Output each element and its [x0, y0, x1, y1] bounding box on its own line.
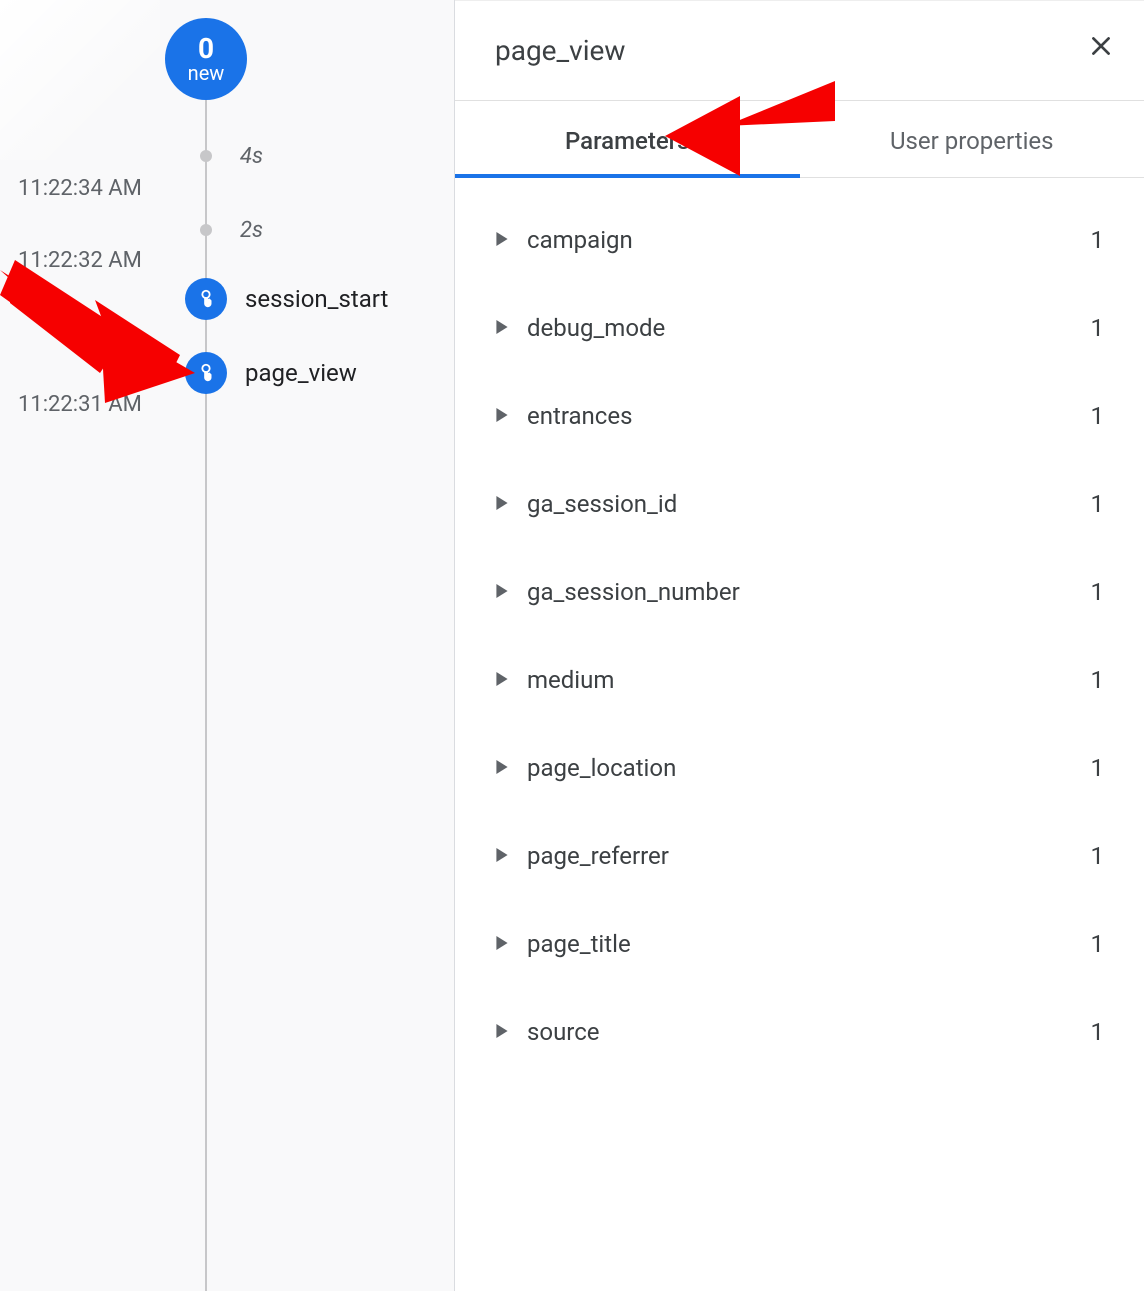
event-name-label: session_start — [245, 285, 388, 313]
parameter-name: medium — [527, 666, 1091, 694]
tab-user-properties[interactable]: User properties — [800, 101, 1144, 177]
tick-label: 4s — [240, 144, 263, 169]
event-detail-pane: page_view Parameters User properties — [455, 0, 1144, 1291]
parameters-list: campaign 1 debug_mode 1 entrances 1 ga_s… — [455, 178, 1144, 1076]
timeline-event-page-view[interactable]: page_view — [185, 352, 357, 394]
parameter-name: page_referrer — [527, 842, 1091, 870]
parameter-row[interactable]: page_location 1 — [485, 724, 1114, 812]
close-button[interactable] — [1088, 33, 1114, 63]
close-icon — [1088, 33, 1114, 59]
parameter-row[interactable]: entrances 1 — [485, 372, 1114, 460]
parameter-count: 1 — [1091, 1018, 1105, 1046]
chevron-right-icon — [495, 1023, 509, 1042]
chevron-right-icon — [495, 583, 509, 602]
touch-icon — [185, 352, 227, 394]
badge-count: 0 — [198, 34, 214, 63]
new-events-badge[interactable]: 0 new — [165, 18, 247, 100]
parameter-name: campaign — [527, 226, 1091, 254]
parameter-name: entrances — [527, 402, 1091, 430]
parameter-row[interactable]: source 1 — [485, 988, 1114, 1076]
parameter-name: ga_session_id — [527, 490, 1091, 518]
parameter-name: ga_session_number — [527, 578, 1091, 606]
parameter-row[interactable]: ga_session_id 1 — [485, 460, 1114, 548]
parameter-count: 1 — [1091, 402, 1105, 430]
tick-dot-icon — [200, 224, 212, 236]
parameter-count: 1 — [1091, 842, 1105, 870]
chevron-right-icon — [495, 671, 509, 690]
parameter-name: debug_mode — [527, 314, 1091, 342]
parameter-count: 1 — [1091, 314, 1105, 342]
detail-header: page_view — [455, 1, 1144, 101]
touch-icon — [185, 278, 227, 320]
parameter-row[interactable]: campaign 1 — [485, 196, 1114, 284]
chevron-right-icon — [495, 319, 509, 338]
timeline-vertical-line — [205, 70, 207, 1291]
event-name-label: page_view — [245, 359, 357, 387]
parameter-count: 1 — [1091, 930, 1105, 958]
app-root: 0 new 4s 2s 11:22:34 AM 11:22:32 AM 11:2… — [0, 0, 1144, 1291]
detail-tabs: Parameters User properties — [455, 101, 1144, 178]
detail-title: page_view — [495, 34, 625, 67]
parameter-row[interactable]: ga_session_number 1 — [485, 548, 1114, 636]
timeline-tick: 2s — [200, 224, 212, 236]
parameter-row[interactable]: debug_mode 1 — [485, 284, 1114, 372]
parameter-name: source — [527, 1018, 1091, 1046]
parameter-row[interactable]: page_referrer 1 — [485, 812, 1114, 900]
tab-label: Parameters — [565, 127, 690, 155]
timestamp-label: 11:22:31 AM — [18, 392, 142, 417]
tick-dot-icon — [200, 150, 212, 162]
parameter-row[interactable]: page_title 1 — [485, 900, 1114, 988]
timeline-pane: 0 new 4s 2s 11:22:34 AM 11:22:32 AM 11:2… — [0, 0, 455, 1291]
chevron-right-icon — [495, 759, 509, 778]
timeline-event-session-start[interactable]: session_start — [185, 278, 388, 320]
parameter-count: 1 — [1091, 754, 1105, 782]
chevron-right-icon — [495, 231, 509, 250]
tab-parameters[interactable]: Parameters — [455, 101, 800, 177]
parameter-count: 1 — [1091, 666, 1105, 694]
chevron-right-icon — [495, 407, 509, 426]
timestamp-label: 11:22:32 AM — [18, 248, 142, 273]
chevron-right-icon — [495, 495, 509, 514]
parameter-count: 1 — [1091, 226, 1105, 254]
chevron-right-icon — [495, 935, 509, 954]
tab-label: User properties — [890, 127, 1054, 155]
parameter-name: page_location — [527, 754, 1091, 782]
badge-label: new — [188, 63, 225, 84]
timeline-tick: 4s — [200, 150, 212, 162]
parameter-row[interactable]: medium 1 — [485, 636, 1114, 724]
parameter-name: page_title — [527, 930, 1091, 958]
parameter-count: 1 — [1091, 490, 1105, 518]
timestamp-label: 11:22:34 AM — [18, 176, 142, 201]
parameter-count: 1 — [1091, 578, 1105, 606]
chevron-right-icon — [495, 847, 509, 866]
tick-label: 2s — [240, 218, 263, 243]
